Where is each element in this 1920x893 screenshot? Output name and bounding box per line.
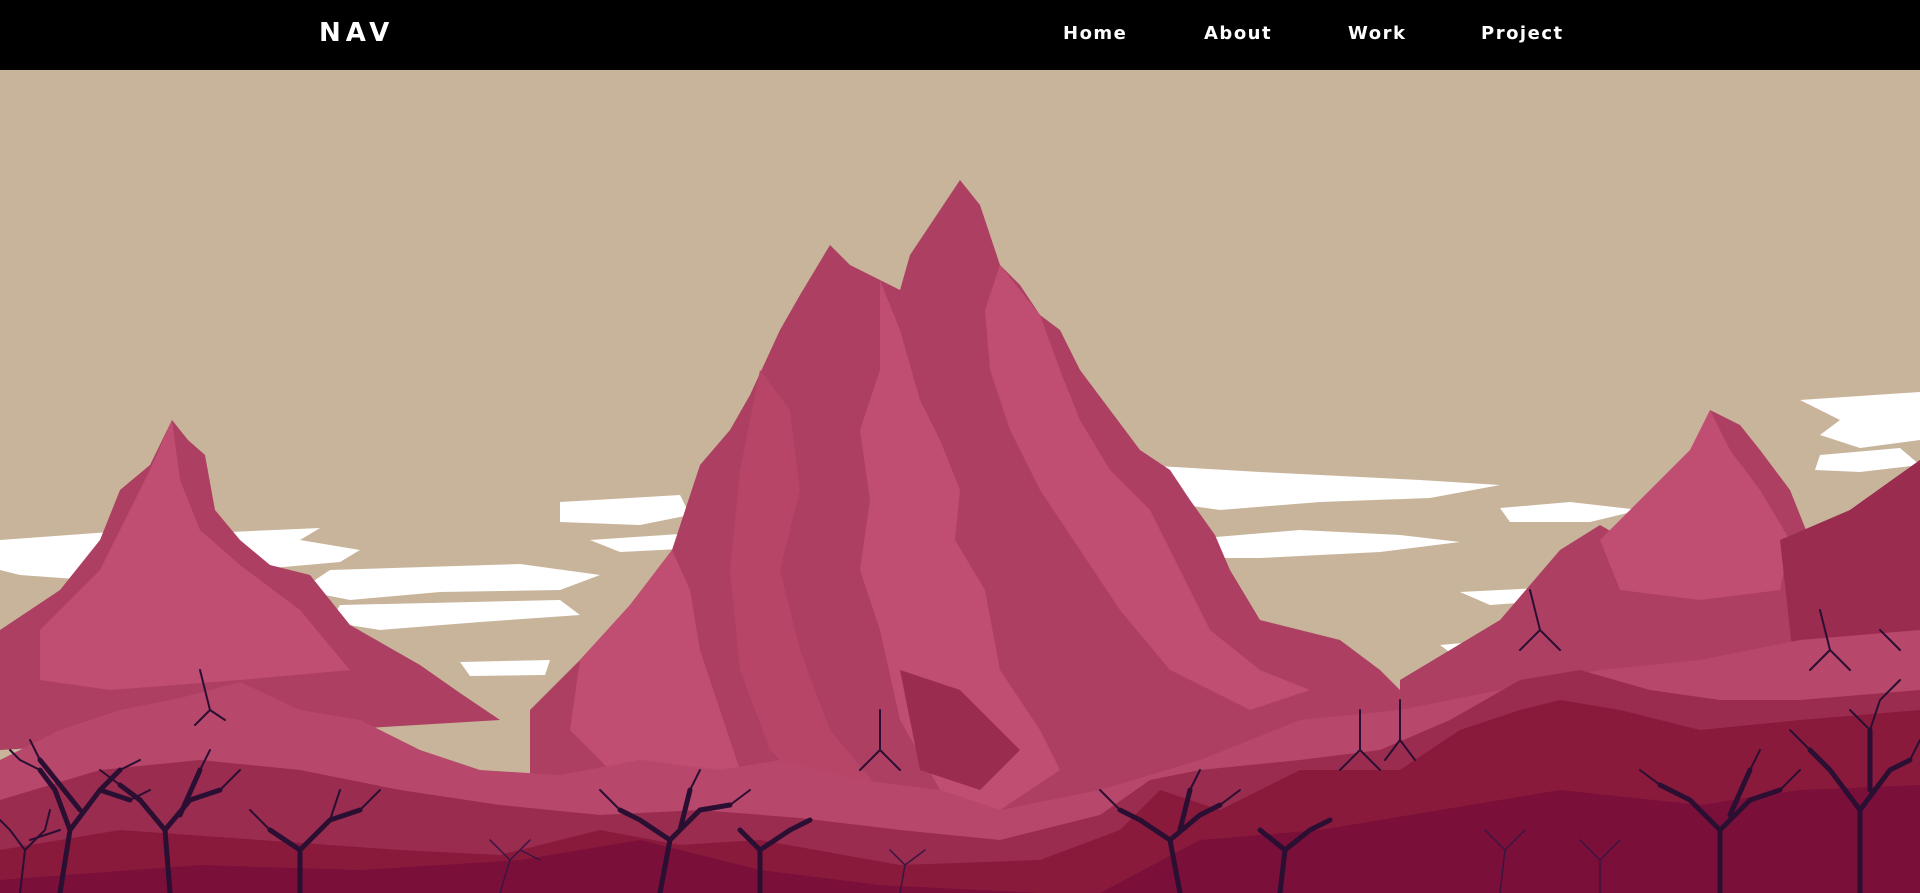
nav-link-work[interactable]: Work (1348, 23, 1406, 44)
nav-link-home[interactable]: Home (1063, 23, 1127, 44)
mountain-landscape-illustration (0, 70, 1920, 893)
nav-link-about[interactable]: About (1204, 23, 1272, 44)
top-navbar: NAV Home About Work Project (0, 0, 1920, 70)
hero-landscape (0, 70, 1920, 893)
nav-menu: Home About Work Project (0, 23, 1920, 49)
nav-link-project[interactable]: Project (1481, 23, 1564, 44)
